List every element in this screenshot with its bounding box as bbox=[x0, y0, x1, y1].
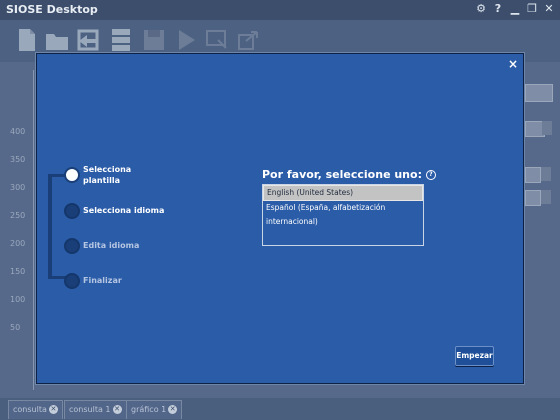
wizard-dialog: × Selecciona plantilla Selecciona idioma… bbox=[36, 53, 524, 384]
step-label: Selecciona plantilla bbox=[83, 165, 132, 185]
y-tick: 100 bbox=[10, 295, 26, 304]
y-tick: 150 bbox=[10, 267, 26, 276]
y-axis bbox=[33, 70, 34, 390]
step-label: Edita idioma bbox=[83, 241, 140, 250]
tab-label: gráfico 1 bbox=[131, 405, 167, 414]
open-folder-icon[interactable] bbox=[44, 26, 70, 54]
step-indicator-icon bbox=[64, 273, 80, 289]
play-icon[interactable] bbox=[173, 26, 199, 54]
step-finish[interactable]: Finalizar bbox=[37, 270, 197, 304]
step-indicator-icon bbox=[64, 203, 80, 219]
background-dropdown bbox=[525, 190, 541, 206]
prompt-text: Por favor, seleccione uno: bbox=[262, 168, 422, 181]
background-dropdown bbox=[525, 167, 541, 183]
help-icon[interactable]: ? bbox=[491, 2, 505, 16]
language-prompt: Por favor, seleccione uno: ? bbox=[262, 168, 436, 181]
step-label: Finalizar bbox=[83, 276, 122, 285]
tab-consulta-1[interactable]: consulta 1 ✕ bbox=[64, 400, 127, 419]
database-icon[interactable] bbox=[108, 26, 134, 54]
dropdown-arrow-icon bbox=[541, 190, 551, 204]
save-icon[interactable] bbox=[141, 26, 167, 54]
language-option-spanish[interactable]: Español (España, alfabetización internac… bbox=[263, 201, 423, 226]
step-select-language[interactable]: Selecciona idioma bbox=[37, 200, 197, 234]
tab-consulta[interactable]: consulta ✕ bbox=[8, 400, 63, 419]
new-document-icon[interactable] bbox=[14, 26, 40, 54]
import-icon[interactable] bbox=[75, 26, 101, 54]
step-indicator-icon bbox=[64, 238, 80, 254]
dialog-close-button[interactable]: × bbox=[508, 57, 518, 71]
step-edit-language[interactable]: Edita idioma bbox=[37, 235, 197, 269]
settings-icon[interactable]: ⚙ bbox=[474, 2, 488, 16]
step-select-template[interactable]: Selecciona plantilla bbox=[37, 162, 197, 196]
close-tab-icon[interactable]: ✕ bbox=[112, 405, 122, 414]
export-map-icon[interactable] bbox=[204, 26, 230, 54]
language-option-english[interactable]: English (United States) bbox=[263, 185, 423, 201]
restore-icon[interactable]: ❐ bbox=[525, 2, 539, 16]
y-tick: 250 bbox=[10, 211, 26, 220]
background-field bbox=[525, 84, 553, 102]
minimize-icon[interactable]: ▁ bbox=[508, 2, 522, 16]
dropdown-arrow-icon bbox=[541, 167, 551, 181]
y-tick: 300 bbox=[10, 183, 26, 192]
tab-label: consulta bbox=[13, 405, 47, 414]
y-tick: 350 bbox=[10, 155, 26, 164]
title-bar: SIOSE Desktop ⚙ ? ▁ ❐ ✕ bbox=[0, 0, 560, 20]
step-indicator-active-icon bbox=[64, 167, 80, 183]
y-tick: 400 bbox=[10, 127, 26, 136]
share-icon[interactable] bbox=[236, 26, 262, 54]
app-title: SIOSE Desktop bbox=[6, 3, 98, 16]
y-tick: 200 bbox=[10, 239, 26, 248]
step-label: Selecciona idioma bbox=[83, 206, 165, 215]
y-tick: 50 bbox=[10, 323, 21, 332]
tab-grafico-1[interactable]: gráfico 1 ✕ bbox=[126, 400, 183, 419]
dropdown-arrow-icon bbox=[542, 121, 552, 135]
close-icon[interactable]: ✕ bbox=[542, 2, 556, 16]
start-button[interactable]: Empezar bbox=[455, 346, 494, 366]
tab-bar: consulta ✕ consulta 1 ✕ gráfico 1 ✕ bbox=[0, 398, 560, 420]
close-tab-icon[interactable]: ✕ bbox=[48, 405, 58, 414]
close-tab-icon[interactable]: ✕ bbox=[168, 405, 178, 414]
language-list[interactable]: English (United States) Español (España,… bbox=[262, 184, 424, 246]
tab-label: consulta 1 bbox=[69, 405, 111, 414]
help-icon[interactable]: ? bbox=[425, 170, 436, 180]
